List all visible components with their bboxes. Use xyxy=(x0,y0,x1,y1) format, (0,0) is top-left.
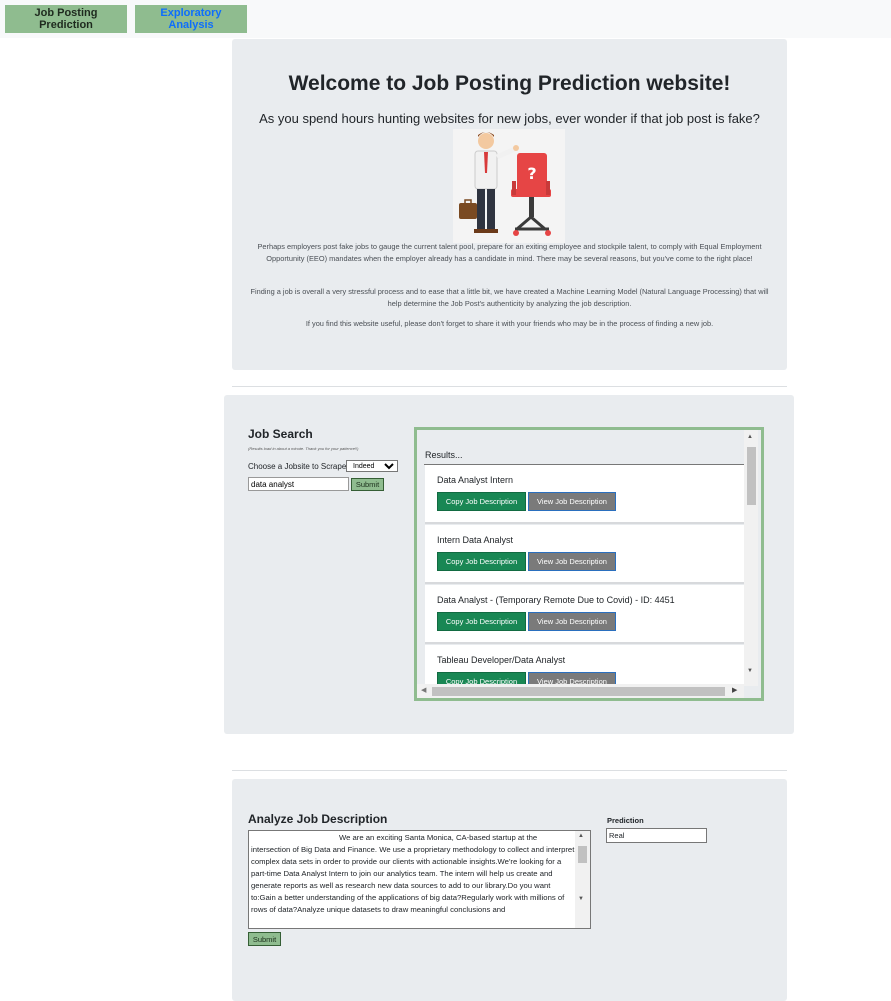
description-scrollbar[interactable]: ▲ ▼ xyxy=(575,831,590,928)
page-title: Welcome to Job Posting Prediction websit… xyxy=(288,72,731,95)
job-search-title: Job Search xyxy=(248,427,313,441)
results-vertical-scrollbar[interactable]: ▲ ▼ xyxy=(744,430,758,686)
jobsite-select[interactable]: Indeed xyxy=(346,460,398,472)
scroll-thumb[interactable] xyxy=(747,447,756,505)
jobsite-label: Choose a Jobsite to Scrape: xyxy=(248,462,349,471)
prediction-output[interactable]: Real xyxy=(606,828,707,843)
analyze-submit-button[interactable]: Submit xyxy=(248,932,281,946)
job-search-panel: Job Search (Results load in about a minu… xyxy=(224,395,794,734)
job-title: Tableau Developer/Data Analyst xyxy=(437,655,566,665)
scroll-down-arrow-icon[interactable]: ▼ xyxy=(747,668,753,674)
results-title: Results... xyxy=(425,450,463,460)
copy-job-description-button[interactable]: Copy Job Description xyxy=(437,552,526,571)
results-box[interactable]: Results... Data Analyst Intern Copy Job … xyxy=(414,427,764,701)
scroll-left-arrow-icon[interactable]: ◀ xyxy=(421,686,426,694)
job-card: Data Analyst - (Temporary Remote Due to … xyxy=(425,585,744,644)
scroll-up-arrow-icon[interactable]: ▲ xyxy=(747,434,753,440)
businessman-chair-illustration: ? xyxy=(453,129,565,243)
job-title: Data Analyst - (Temporary Remote Due to … xyxy=(437,595,675,605)
job-title: Data Analyst Intern xyxy=(437,475,514,485)
job-description-text: We are an exciting Santa Monica, CA-base… xyxy=(251,833,575,914)
divider xyxy=(232,770,787,771)
job-title: Intern Data Analyst xyxy=(437,535,514,545)
results-horizontal-scrollbar[interactable]: ◀ ▶ xyxy=(417,684,744,698)
scroll-up-arrow-icon[interactable]: ▲ xyxy=(578,833,584,839)
analyze-panel: Analyze Job Description We are an exciti… xyxy=(232,779,787,1001)
job-card: Data Analyst Intern Copy Job Description… xyxy=(425,465,744,524)
scroll-thumb[interactable] xyxy=(432,687,725,696)
copy-job-description-button[interactable]: Copy Job Description xyxy=(437,612,526,631)
job-query-input[interactable] xyxy=(248,477,349,491)
nav-job-posting-prediction[interactable]: Job Posting Prediction xyxy=(5,5,127,33)
top-nav: Job Posting Prediction Exploratory Analy… xyxy=(0,0,891,38)
scroll-down-arrow-icon[interactable]: ▼ xyxy=(578,896,584,902)
intro-paragraph-1: Perhaps employers post fake jobs to gaug… xyxy=(257,242,762,263)
copy-job-description-button[interactable]: Copy Job Description xyxy=(437,492,526,511)
scroll-right-arrow-icon[interactable]: ▶ xyxy=(732,686,737,694)
job-card: Intern Data Analyst Copy Job Description… xyxy=(425,525,744,584)
view-job-description-button[interactable]: View Job Description xyxy=(528,552,616,571)
lead-question: As you spend hours hunting websites for … xyxy=(259,111,760,126)
welcome-panel: Welcome to Job Posting Prediction websit… xyxy=(232,39,787,370)
prediction-label: Prediction xyxy=(607,816,644,825)
svg-text:?: ? xyxy=(527,164,536,183)
analyze-title: Analyze Job Description xyxy=(248,812,388,826)
job-description-textarea[interactable]: We are an exciting Santa Monica, CA-base… xyxy=(248,830,591,929)
search-submit-button[interactable]: Submit xyxy=(351,478,384,491)
view-job-description-button[interactable]: View Job Description xyxy=(528,612,616,631)
divider xyxy=(232,386,787,387)
nav-exploratory-analysis[interactable]: Exploratory Analysis xyxy=(135,5,247,33)
view-job-description-button[interactable]: View Job Description xyxy=(528,492,616,511)
intro-paragraph-2: Finding a job is overall a very stressfu… xyxy=(250,287,769,308)
scroll-thumb[interactable] xyxy=(578,846,587,863)
load-time-note: (Results load in about a minute. Thank y… xyxy=(248,446,359,451)
intro-paragraph-3: If you find this website useful, please … xyxy=(305,319,714,328)
